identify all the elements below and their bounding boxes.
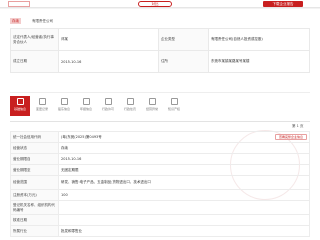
- tab-label: 经营异常: [145, 107, 158, 111]
- penalty-icon: [126, 98, 134, 105]
- view-full-button[interactable]: 查看完整企业信息: [274, 133, 307, 141]
- detail-row: 经营范围 研发、销售:电子产品、五金制品;货物进出口、技术进出口: [10, 175, 310, 190]
- warning-icon: [148, 98, 156, 105]
- detail-label: 所属行业: [10, 225, 59, 237]
- compare-button[interactable]: 对比: [138, 1, 172, 7]
- detail-label: 营业期限至: [10, 164, 59, 176]
- detail-value: 批发和零售业: [58, 225, 310, 237]
- tab-ip[interactable]: 知识产权: [164, 96, 184, 116]
- people-icon: [60, 98, 68, 105]
- ip-icon: [170, 98, 178, 105]
- info-row: 成立日期 2015-10-16 住所 东莞市某镇某路某号某楼: [10, 50, 310, 73]
- detail-value: 存续: [58, 142, 310, 154]
- info-row: 法定代表人/经营者/执行事务合伙人 邓某 企业类型 有限责任公司(自然人投资或控…: [10, 28, 310, 51]
- detail-row: 核准日期: [10, 214, 310, 226]
- detail-label: 登记机关名称、组织机构代码编号: [10, 200, 59, 215]
- detail-label: 统一社会信用代码: [10, 131, 59, 143]
- detail-label: 经营状态: [10, 142, 59, 154]
- tab-label: 基础信息: [13, 107, 26, 111]
- info-label: 住所: [158, 50, 209, 73]
- info-value: 邓某: [58, 28, 159, 51]
- tab-label: 股东信息: [57, 107, 70, 111]
- license-icon: [104, 98, 112, 105]
- info-label: 企业类型: [158, 28, 209, 51]
- detail-label: 经营范围: [10, 175, 59, 190]
- tab-abnormal[interactable]: 经营异常: [142, 96, 162, 116]
- info-value: 有限责任公司(自然人投资或控股): [208, 28, 310, 51]
- download-report-button[interactable]: 下载企业报告: [263, 1, 303, 7]
- detail-value: [58, 200, 310, 215]
- logo-box: [8, 1, 30, 7]
- detail-row: 营业期限至 无固定期限: [10, 164, 310, 176]
- info-icon: [16, 98, 24, 105]
- detail-value-cell: (粤)东莞(2025)第0493号 查看完整企业信息: [58, 131, 310, 143]
- details-table: 统一社会信用代码 (粤)东莞(2025)第0493号 查看完整企业信息 经营状态…: [10, 131, 310, 237]
- download-label: 下载企业报告: [272, 2, 294, 6]
- detail-value: 100: [58, 189, 310, 201]
- tab-strip: 基础信息 变更记录 股东信息 年报信息 行政许可 行政处罚 经营异常 知识产权: [10, 92, 310, 118]
- tab-label: 行政处罚: [123, 107, 136, 111]
- tab-annual-report[interactable]: 年报信息: [76, 96, 96, 116]
- info-label: 成立日期: [10, 50, 59, 73]
- tab-penalty[interactable]: 行政处罚: [120, 96, 140, 116]
- type-tag: 有限责任公司: [32, 19, 53, 23]
- detail-label: 营业期限自: [10, 153, 59, 165]
- tab-change-log[interactable]: 变更记录: [32, 96, 52, 116]
- tab-label: 行政许可: [101, 107, 114, 111]
- status-tag: 存续: [10, 18, 21, 24]
- detail-row: 营业期限自 2015-10-16: [10, 153, 310, 165]
- history-icon: [38, 98, 46, 105]
- info-value: 东莞市某镇某路某号某楼: [208, 50, 310, 73]
- info-value: 2015-10-16: [58, 50, 159, 73]
- detail-label: 注册资本(万元): [10, 189, 59, 201]
- detail-row: 经营状态 存续: [10, 142, 310, 154]
- detail-row: 注册资本(万元) 100: [10, 189, 310, 201]
- detail-value: (粤)东莞(2025)第0493号: [61, 134, 102, 139]
- detail-row: 登记机关名称、组织机构代码编号: [10, 200, 310, 215]
- detail-label: 核准日期: [10, 214, 59, 226]
- company-info-table: 法定代表人/经营者/执行事务合伙人 邓某 企业类型 有限责任公司(自然人投资或控…: [10, 28, 310, 73]
- tab-label: 知识产权: [167, 107, 180, 111]
- detail-value: 无固定期限: [58, 164, 310, 176]
- divider: [10, 121, 310, 122]
- detail-value: 2015-10-16: [58, 153, 310, 165]
- detail-row: 统一社会信用代码 (粤)东莞(2025)第0493号 查看完整企业信息: [10, 131, 310, 143]
- page-indicator: 第 1 页: [292, 124, 304, 128]
- tab-shareholders[interactable]: 股东信息: [54, 96, 74, 116]
- detail-row: 所属行业 批发和零售业: [10, 225, 310, 237]
- tab-label: 变更记录: [35, 107, 48, 111]
- tab-basic-info[interactable]: 基础信息: [10, 96, 30, 116]
- detail-value: 研发、销售:电子产品、五金制品;货物进出口、技术进出口: [58, 175, 310, 190]
- info-label: 法定代表人/经营者/执行事务合伙人: [10, 28, 59, 51]
- tab-license[interactable]: 行政许可: [98, 96, 118, 116]
- compare-label: 对比: [151, 2, 159, 6]
- report-icon: [82, 98, 90, 105]
- tab-label: 年报信息: [79, 107, 92, 111]
- detail-value: [58, 214, 310, 226]
